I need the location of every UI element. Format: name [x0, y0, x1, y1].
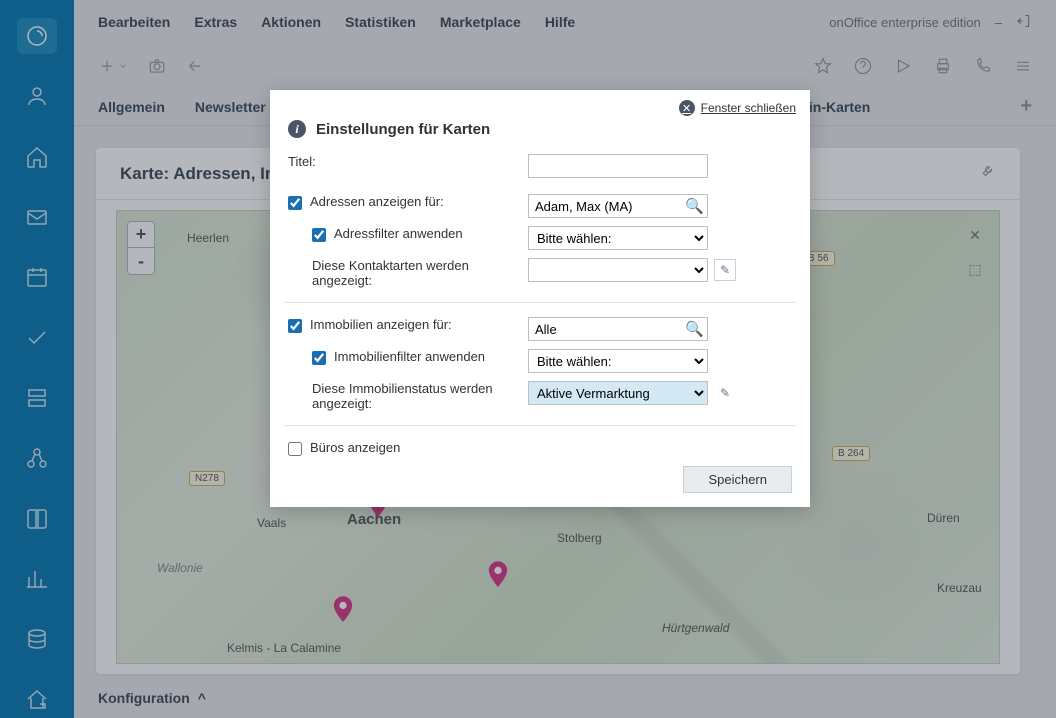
- property-filter-label: Immobilienfilter anwenden: [334, 349, 485, 364]
- property-filter-select[interactable]: Bitte wählen:: [528, 349, 708, 373]
- contact-types-label: Diese Kontaktarten werden angezeigt:: [312, 258, 528, 288]
- address-filter-checkbox[interactable]: [312, 228, 326, 242]
- contact-types-select[interactable]: [528, 258, 708, 282]
- edit-icon[interactable]: ✎: [714, 259, 736, 281]
- close-link[interactable]: Fenster schließen: [701, 101, 796, 115]
- title-field-label: Titel:: [288, 154, 316, 169]
- save-button[interactable]: Speichern: [683, 466, 792, 493]
- address-filter-label: Adressfilter anwenden: [334, 226, 463, 241]
- search-icon[interactable]: 🔍: [685, 197, 704, 215]
- edit-icon[interactable]: ✎: [714, 382, 736, 404]
- search-icon[interactable]: 🔍: [685, 320, 704, 338]
- addresses-checkbox[interactable]: [288, 196, 302, 210]
- settings-modal: ✕ Fenster schließen i Einstellungen für K…: [270, 90, 810, 507]
- properties-user-input[interactable]: [528, 317, 708, 341]
- modal-title-row: i Einstellungen für Karten: [270, 116, 810, 150]
- close-icon[interactable]: ✕: [679, 100, 695, 116]
- properties-label: Immobilien anzeigen für:: [310, 317, 452, 332]
- title-input[interactable]: [528, 154, 708, 178]
- info-icon: i: [288, 120, 306, 138]
- property-status-select[interactable]: Aktive Vermarktung: [528, 381, 708, 405]
- addresses-user-input[interactable]: [528, 194, 708, 218]
- property-status-label: Diese Immobilienstatus werden angezeigt:: [312, 381, 528, 411]
- offices-checkbox[interactable]: [288, 442, 302, 456]
- properties-checkbox[interactable]: [288, 319, 302, 333]
- address-filter-select[interactable]: Bitte wählen:: [528, 226, 708, 250]
- property-filter-checkbox[interactable]: [312, 351, 326, 365]
- addresses-label: Adressen anzeigen für:: [310, 194, 444, 209]
- modal-title: Einstellungen für Karten: [316, 121, 490, 138]
- offices-label: Büros anzeigen: [310, 440, 400, 455]
